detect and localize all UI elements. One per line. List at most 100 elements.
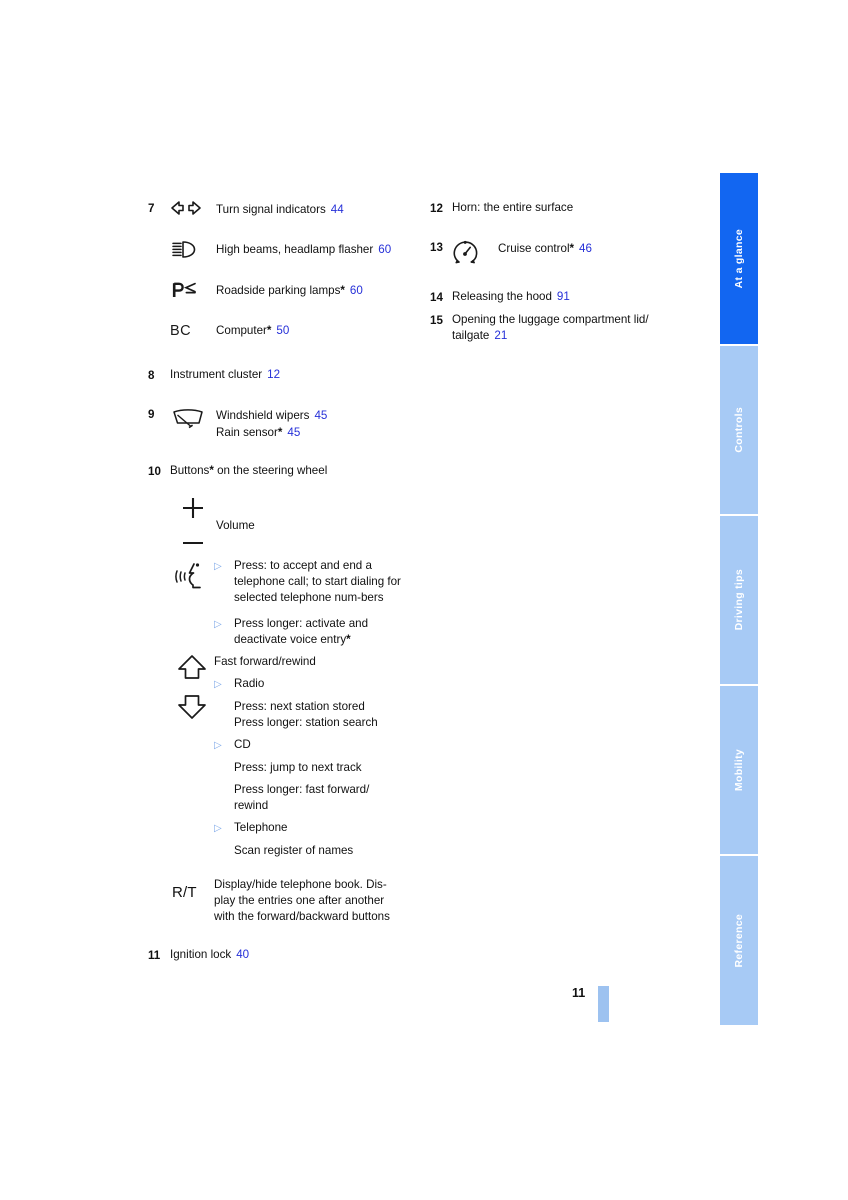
page-reference[interactable]: 50 <box>276 324 289 337</box>
page-number: 11 <box>572 986 586 1000</box>
parking-lamp-icon <box>170 281 216 299</box>
entry-label: Buttons <box>170 463 210 477</box>
triangle-bullet-icon: ▷ <box>214 619 222 631</box>
entry-text: Roadside parking lamps* 60 <box>216 281 416 299</box>
entry-forward-rewind: Fast forward/rewind ▷ Radio Press: next … <box>148 654 416 858</box>
item-number: 12 <box>430 202 443 215</box>
entry-text: Buttons* on the steering wheel <box>170 463 416 479</box>
rt-line-3: with the forward/backward buttons <box>214 909 390 923</box>
entry-text: Cruise control* 46 <box>498 239 706 257</box>
forward-rewind-heading: Fast forward/rewind <box>214 655 316 669</box>
telephone-line-1: Scan register of names <box>234 843 354 857</box>
rt-line-1: Display/hide telephone book. Dis- <box>214 877 387 891</box>
windshield-wiper-icon <box>170 406 216 430</box>
entry-label: Roadside parking lamps <box>216 284 341 298</box>
computer-bc-icon: BC <box>170 323 192 340</box>
cd-line-2: Press longer: fast forward/ <box>234 782 370 796</box>
page-reference[interactable]: 12 <box>267 368 280 381</box>
page-reference[interactable]: 21 <box>494 329 507 342</box>
entry-label: Horn: the entire surface <box>452 201 574 214</box>
item-number: 9 <box>148 408 155 422</box>
list-item-10: 10 Buttons* on the steering wheel <box>148 463 416 480</box>
page-reference[interactable]: 91 <box>557 290 570 303</box>
bullet-text: Press longer: activate and deactivate vo… <box>234 616 416 648</box>
item-number: 15 <box>430 314 443 328</box>
option-asterisk: * <box>340 284 345 298</box>
entry-rt-button: R/T Display/hide telephone book. Dis- pl… <box>148 877 416 925</box>
item-number: 13 <box>430 241 443 255</box>
entry-text: Opening the luggage compartment lid/ tai… <box>452 312 706 344</box>
radio-line-1: Press: next station stored <box>234 699 365 713</box>
entry-line-2: tailgate 21 <box>452 328 706 344</box>
list-item-8: 8 Instrument cluster 12 <box>148 367 416 384</box>
entry-label: Turn signal indicators <box>216 203 326 216</box>
bullet-item-cd: ▷ CD <box>214 737 416 754</box>
page-reference[interactable]: 60 <box>378 243 391 256</box>
entry-line-1: Windshield wipers 45 <box>216 408 416 424</box>
cd-line-3: rewind <box>234 798 269 812</box>
bullet-item: ▷ Press longer: activate and deactivate … <box>214 616 416 648</box>
page-reference[interactable]: 45 <box>314 409 327 422</box>
entry-cruise-control: Cruise control* 46 <box>452 239 706 267</box>
entry-volume: Volume <box>148 497 416 552</box>
entry-parking-lamps: Roadside parking lamps* 60 <box>170 281 416 299</box>
rt-line-2: play the entries one after another <box>214 893 385 907</box>
volume-icons <box>180 497 210 552</box>
entry-label: Releasing the hood <box>452 290 552 304</box>
triangle-bullet-icon: ▷ <box>214 823 222 834</box>
sidebar-tab-controls[interactable]: Controls <box>720 346 758 516</box>
entry-label: Cruise control <box>498 242 570 256</box>
sidebar-tab-at-a-glance[interactable]: At a glance <box>720 173 758 346</box>
cd-line-1: Press: jump to next track <box>234 760 362 774</box>
list-item-13: 13 Cruise control* 46 <box>430 239 706 267</box>
sidebar-tab-label: Driving tips <box>733 569 745 631</box>
item-number: 10 <box>148 464 161 478</box>
entry-label: Ignition lock <box>170 947 232 961</box>
sidebar-tab-mobility[interactable]: Mobility <box>720 686 758 856</box>
page-reference[interactable]: 45 <box>287 426 300 439</box>
manual-page: At a glance Controls Driving tips Mobili… <box>0 0 848 1200</box>
entry-computer: BC Computer* 50 <box>170 321 416 341</box>
arrow-icons <box>176 654 210 725</box>
sidebar-tab-label: At a glance <box>733 228 745 289</box>
entry-text: Releasing the hood 91 <box>452 289 706 305</box>
triangle-bullet-icon: ▷ <box>214 679 222 691</box>
page-reference[interactable]: 60 <box>350 284 363 297</box>
page-reference[interactable]: 44 <box>331 203 344 216</box>
bullet-line: deactivate voice entry <box>234 633 347 647</box>
bullet-item: ▷ Press: to accept and end a telephone c… <box>214 558 416 606</box>
entry-high-beams: High beams, headlamp flasher 60 <box>170 240 416 259</box>
option-asterisk: * <box>266 324 272 338</box>
list-item-9: 9 Windshield wipers 45 Rain sensor* 45 <box>148 406 416 440</box>
option-asterisk: * <box>346 633 351 647</box>
telephone-bullets: ▷ Press: to accept and end a telephone c… <box>214 558 416 649</box>
bullet-text: Press: to accept and end a telephone cal… <box>234 558 416 606</box>
option-asterisk: * <box>277 425 283 439</box>
voice-telephone-icon <box>174 561 208 596</box>
bullet-title: Radio <box>234 677 265 691</box>
entry-label: Windshield wipers <box>216 409 310 423</box>
list-item-12: 12 Horn: the entire surface <box>430 200 706 217</box>
entry-windshield-wipers: Windshield wipers 45 Rain sensor* 45 <box>170 406 416 440</box>
entry-label: Computer <box>216 324 267 338</box>
entry-text: High beams, headlamp flasher 60 <box>216 240 416 258</box>
high-beam-icon <box>170 240 216 259</box>
sidebar-tab-label: Controls <box>733 407 745 453</box>
bullet-item-radio: ▷ Radio <box>214 676 416 693</box>
entry-label: High beams, headlamp flasher <box>216 243 374 257</box>
radio-line-2: Press longer: station search <box>234 716 378 730</box>
list-item-11: 11 Ignition lock 40 <box>148 947 416 964</box>
page-reference[interactable]: 40 <box>236 948 249 961</box>
sidebar-tab-driving-tips[interactable]: Driving tips <box>720 516 758 686</box>
sidebar-tab-label: Mobility <box>733 748 745 792</box>
entry-turn-signal: Turn signal indicators 44 <box>170 200 416 218</box>
entry-text: Turn signal indicators 44 <box>216 200 416 218</box>
entry-text: Instrument cluster 12 <box>170 367 416 383</box>
triangle-bullet-icon: ▷ <box>214 560 222 572</box>
entry-label: tailgate <box>452 329 490 343</box>
sidebar-tab-reference[interactable]: Reference <box>720 856 758 1025</box>
cruise-control-icon <box>452 239 498 267</box>
page-reference[interactable]: 46 <box>579 242 592 255</box>
entry-label: Instrument cluster <box>170 368 263 382</box>
list-item-15: 15 Opening the luggage compartment lid/ … <box>430 312 706 344</box>
